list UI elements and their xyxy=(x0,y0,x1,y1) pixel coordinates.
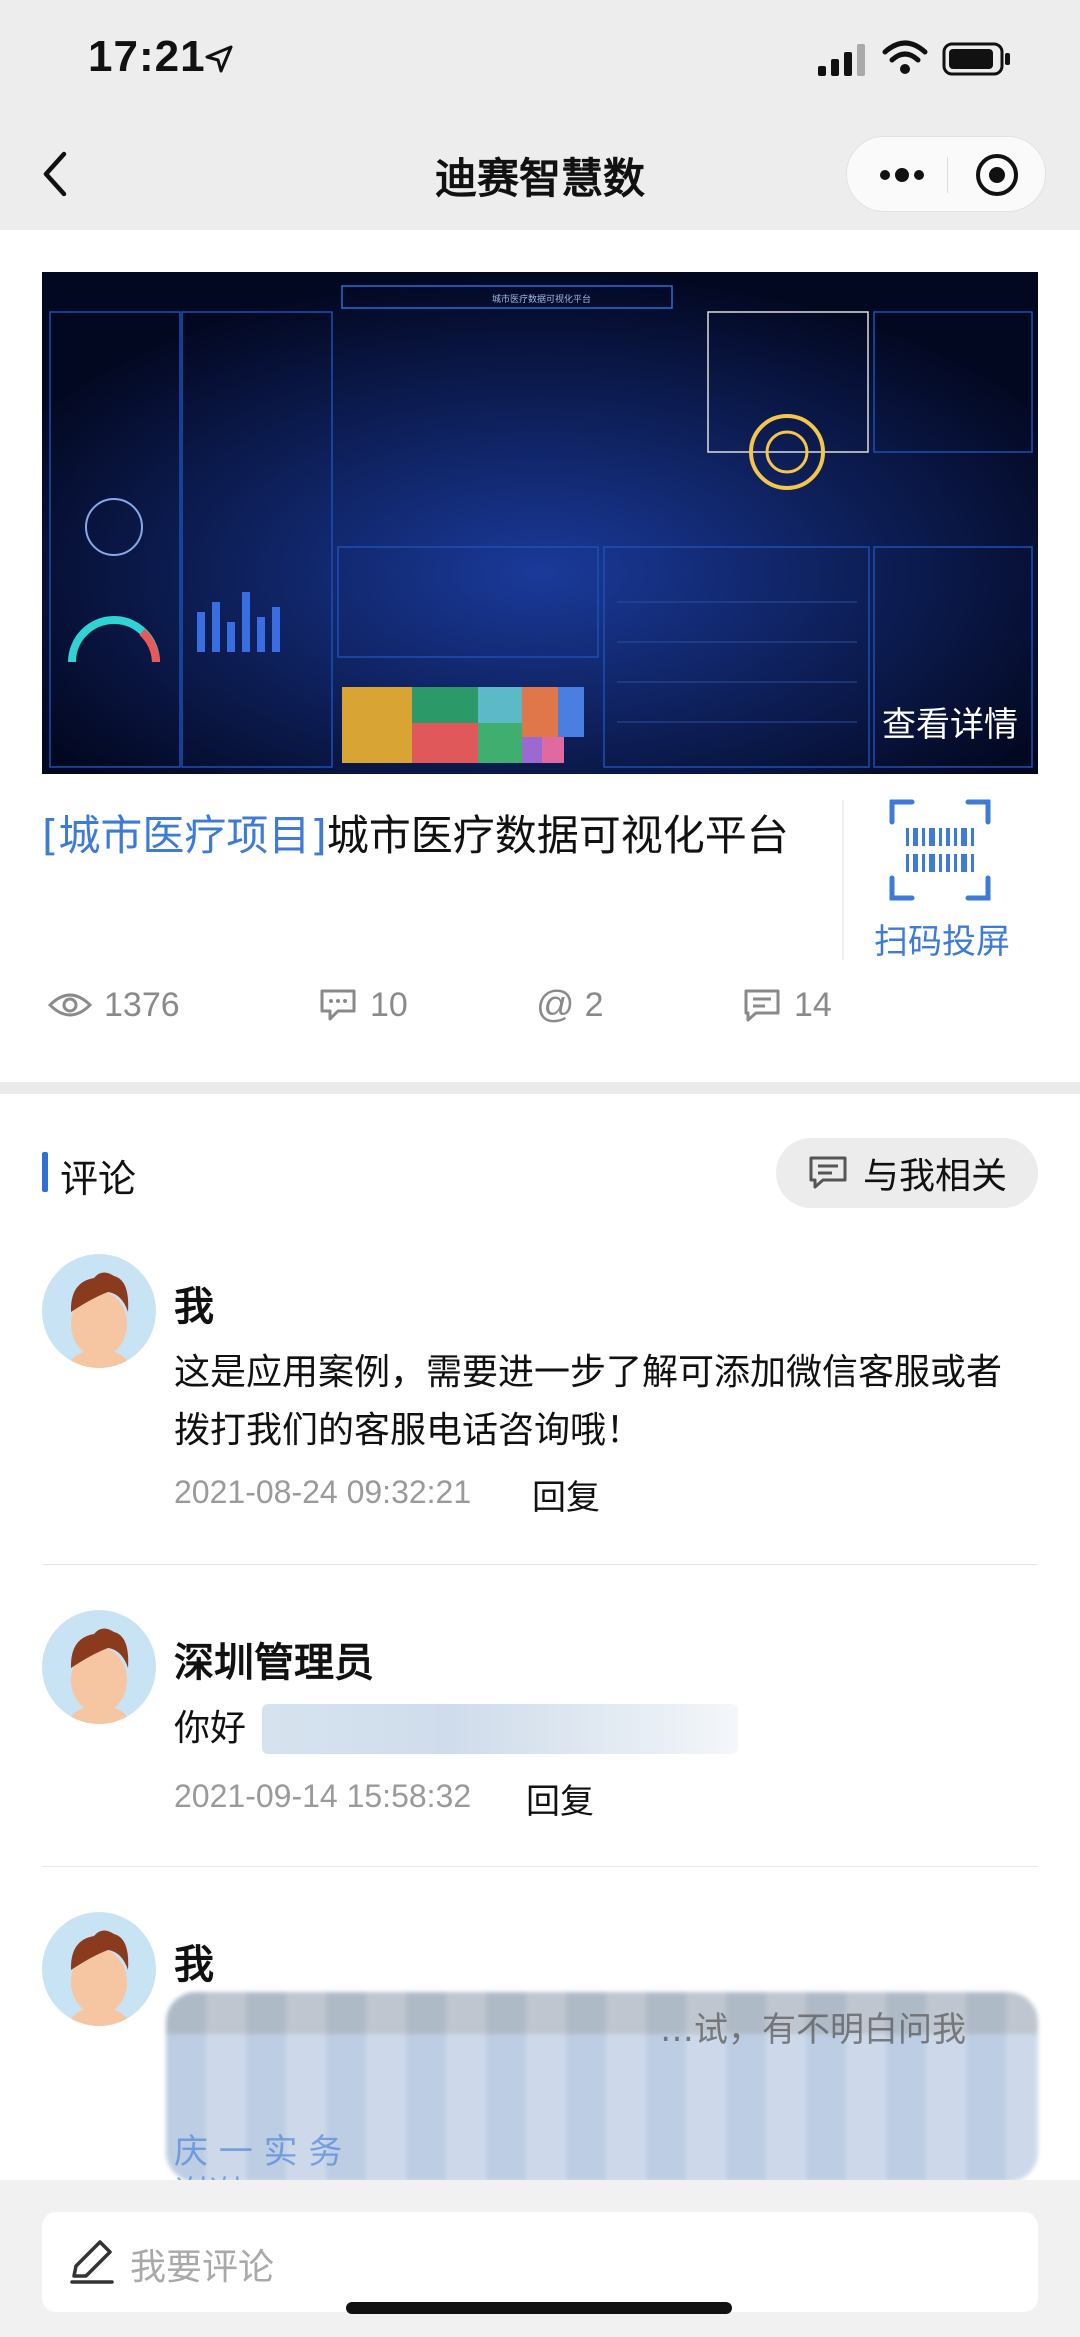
mini-program-capsule xyxy=(846,136,1046,212)
close-target-icon[interactable] xyxy=(973,151,1021,199)
section-separator xyxy=(0,1082,1080,1094)
at-icon: @ xyxy=(536,983,575,1026)
mentions-count: 2 xyxy=(584,985,604,1024)
comments-title: 评论 xyxy=(60,1157,137,1201)
scan-to-cast-label[interactable]: 扫码投屏 xyxy=(874,914,1010,963)
location-arrow-icon xyxy=(205,45,233,73)
top-bar: 17:21 迪赛智慧数 xyxy=(0,0,1080,230)
barcode-scan-icon[interactable] xyxy=(888,798,992,902)
section-accent-bar xyxy=(42,1152,48,1192)
comments-count: 10 xyxy=(370,985,408,1024)
project-cover-image[interactable]: 城市医疗数据可视化平台 查看详情 xyxy=(42,272,1038,774)
capsule-divider xyxy=(947,157,948,193)
comment-time: 2021-08-24 09:32:21 xyxy=(174,1474,472,1510)
signal-icon xyxy=(818,44,865,76)
messages-stat: 14 xyxy=(742,980,832,1030)
comment-divider xyxy=(42,1866,1038,1867)
status-time: 17:21 xyxy=(88,32,206,81)
comment-text-fragment: …试，有不明白问我 xyxy=(660,2010,966,2050)
comments-stat: 10 xyxy=(318,980,408,1030)
user-avatar-icon xyxy=(68,1272,130,1368)
project-title: [城市医疗项目]城市医疗数据可视化平台 xyxy=(42,800,802,872)
wifi-icon xyxy=(882,40,928,74)
battery-icon xyxy=(942,42,1010,76)
title-divider xyxy=(842,800,844,960)
related-to-me-button[interactable]: 与我相关 xyxy=(776,1138,1038,1208)
home-indicator xyxy=(346,2302,732,2314)
views-count: 1376 xyxy=(104,985,180,1024)
comment-author: 我 xyxy=(174,1942,214,1988)
comment-text: 这是应用案例，需要进一步了解可添加微信客服或者拨打我们的客服电话咨询哦！ xyxy=(174,1352,1003,1451)
project-title-text: 城市医疗数据可视化平台 xyxy=(326,811,789,860)
avatar[interactable] xyxy=(42,1610,156,1724)
view-detail-label[interactable]: 查看详情 xyxy=(882,697,1018,746)
mentions-stat: @ 2 xyxy=(536,980,604,1030)
user-avatar-icon xyxy=(68,1628,130,1724)
pen-icon xyxy=(70,2240,114,2284)
comment-input-placeholder: 我要评论 xyxy=(130,2247,275,2288)
views-stat: 1376 xyxy=(48,980,180,1030)
avatar[interactable] xyxy=(42,1254,156,1368)
redacted-content xyxy=(262,1704,738,1754)
reply-button[interactable]: 回复 xyxy=(526,1774,594,1823)
eye-icon xyxy=(48,993,92,1017)
reply-button[interactable]: 回复 xyxy=(532,1470,600,1519)
comment-time: 2021-09-14 15:58:32 xyxy=(174,1778,472,1814)
comment-author: 深圳管理员 xyxy=(174,1640,374,1686)
messages-count: 14 xyxy=(794,985,832,1024)
more-icon[interactable] xyxy=(877,163,927,187)
user-avatar-icon xyxy=(68,1930,130,2026)
avatar[interactable] xyxy=(42,1912,156,2026)
comment-bubble-icon xyxy=(320,989,356,1021)
comment-filter-icon xyxy=(809,1156,847,1189)
related-to-me-label: 与我相关 xyxy=(862,1156,1007,1197)
comment-input[interactable]: 我要评论 xyxy=(42,2212,1038,2312)
comment-divider xyxy=(42,1564,1038,1565)
svg-text:城市医疗数据可视化平台: 城市医疗数据可视化平台 xyxy=(492,293,591,305)
comment-author: 我 xyxy=(174,1284,214,1330)
project-tag[interactable]: [城市医疗项目] xyxy=(42,811,327,860)
message-icon xyxy=(744,989,780,1022)
